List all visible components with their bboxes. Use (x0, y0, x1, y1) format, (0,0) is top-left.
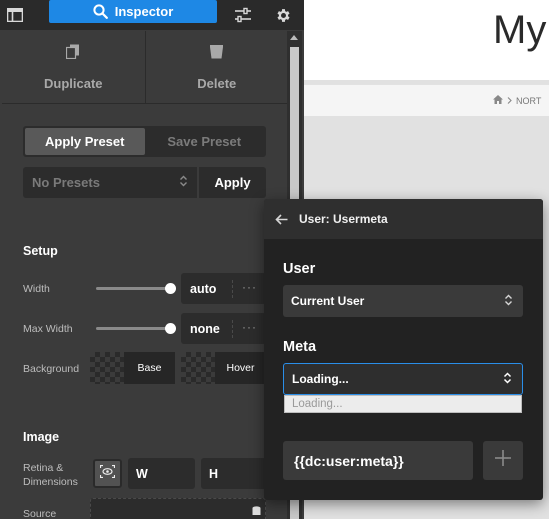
plus-icon (494, 449, 512, 472)
dynamic-content-tag[interactable]: {{dc:user:meta}} (283, 441, 473, 480)
meta-dropdown-option[interactable]: Loading... (284, 395, 522, 413)
background-hover-button[interactable]: Hover (215, 352, 266, 384)
width-dimension-input[interactable]: W (128, 458, 195, 489)
breadcrumb-trail: NORT (493, 95, 541, 106)
width-label: Width (23, 283, 50, 295)
retina-eye-icon (99, 464, 116, 483)
inspector-tab-button[interactable]: Inspector (49, 0, 217, 23)
delete-label: Delete (197, 75, 237, 91)
width-value-box[interactable]: auto ··· (181, 273, 266, 304)
usermeta-popover: User: Usermeta User Current User Meta Lo… (264, 199, 543, 500)
presets-row: No Presets Apply (23, 167, 266, 198)
max-width-slider[interactable] (96, 323, 176, 334)
image-source-field[interactable] (90, 498, 266, 519)
presets-select-value: No Presets (32, 175, 100, 190)
tab-save-preset[interactable]: Save Preset (145, 128, 265, 155)
database-icon (252, 503, 261, 519)
width-more-button[interactable]: ··· (232, 279, 266, 298)
meta-select[interactable]: Loading... (283, 363, 523, 395)
add-tag-button[interactable] (483, 441, 523, 480)
source-label: Source (23, 508, 57, 519)
max-width-value-box[interactable]: none ··· (181, 313, 266, 344)
image-heading: Image (23, 430, 60, 444)
user-label: User (283, 261, 316, 277)
hover-color-swatch[interactable] (181, 352, 215, 384)
user-select-value: Current User (291, 294, 365, 308)
max-width-value: none (190, 321, 220, 336)
width-slider-knob[interactable] (165, 283, 176, 294)
width-slider[interactable] (96, 283, 176, 294)
popover-title: User: Usermeta (299, 212, 388, 226)
chevron-right-icon (507, 96, 512, 106)
search-icon (93, 4, 108, 19)
trash-icon (209, 44, 224, 62)
scroll-up-arrow[interactable] (290, 35, 298, 40)
setup-heading: Setup (23, 244, 58, 258)
delete-button[interactable]: Delete (144, 31, 289, 103)
width-value: auto (190, 281, 217, 296)
user-select[interactable]: Current User (283, 285, 523, 317)
apply-preset-button[interactable]: Apply (199, 167, 266, 198)
height-dimension-input[interactable]: H (201, 458, 266, 489)
copy-icon (66, 44, 80, 62)
back-arrow-icon[interactable] (275, 213, 288, 225)
sliders-icon[interactable] (232, 4, 254, 26)
page-title: My (493, 8, 547, 52)
retina-toggle[interactable] (93, 459, 122, 488)
max-width-label: Max Width (23, 323, 73, 335)
preset-tabs: Apply Preset Save Preset (23, 126, 266, 157)
tab-apply-preset[interactable]: Apply Preset (25, 128, 145, 155)
chevron-updown-icon (179, 175, 188, 190)
retina-dimensions-label: Retina & Dimensions (23, 462, 78, 488)
meta-select-value: Loading... (292, 372, 349, 386)
breadcrumb: NORT (304, 84, 549, 116)
max-width-slider-knob[interactable] (165, 323, 176, 334)
duplicate-label: Duplicate (43, 75, 103, 91)
inspector-panel: Inspector Duplicate Delete Apply Preset … (0, 0, 304, 519)
page-header: My (304, 0, 549, 80)
layout-icon[interactable] (4, 4, 26, 26)
chevron-updown-icon (504, 294, 513, 309)
gear-icon[interactable] (272, 4, 294, 26)
base-color-swatch[interactable] (90, 352, 124, 384)
presets-select[interactable]: No Presets (23, 167, 197, 198)
popover-header: User: Usermeta (264, 199, 543, 239)
home-icon[interactable] (493, 95, 503, 106)
chevron-updown-icon (503, 371, 512, 387)
background-label: Background (23, 363, 80, 375)
meta-label: Meta (283, 339, 317, 355)
max-width-more-button[interactable]: ··· (232, 319, 266, 338)
duplicate-button[interactable]: Duplicate (2, 31, 145, 103)
element-actions: Duplicate Delete (2, 31, 288, 104)
background-base-button[interactable]: Base (124, 352, 175, 384)
breadcrumb-item[interactable]: NORT (516, 96, 541, 106)
inspector-topbar: Inspector (0, 0, 304, 30)
inspector-tab-label: Inspector (114, 4, 174, 19)
